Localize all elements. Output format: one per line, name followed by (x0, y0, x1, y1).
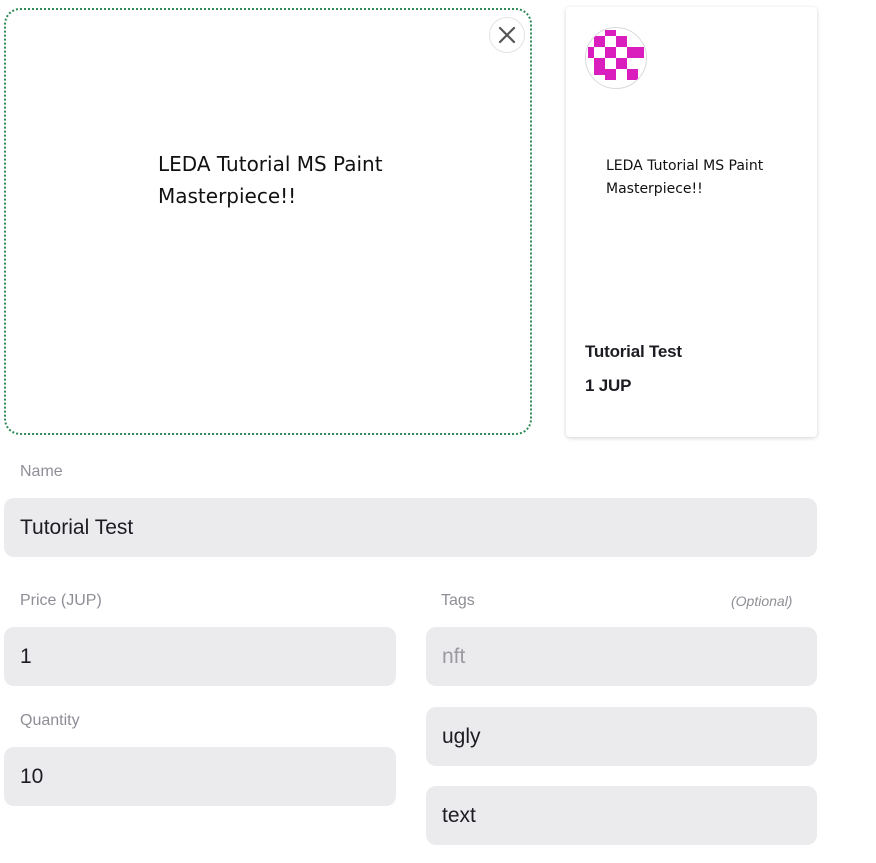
image-upload-dropzone[interactable]: LEDA Tutorial MS Paint Masterpiece!! (4, 8, 532, 435)
name-label: Name (20, 463, 63, 480)
pixel-avatar-icon (585, 27, 647, 89)
card-price: 1 JUP (585, 376, 632, 395)
card-image-text: LEDA Tutorial MS Paint Masterpiece!! (606, 158, 764, 197)
close-icon (498, 26, 516, 44)
price-label: Price (JUP) (20, 592, 102, 609)
price-input[interactable]: 1 (4, 627, 396, 686)
tag-input-2[interactable]: ugly (426, 707, 817, 766)
nft-preview-card: LEDA Tutorial MS Paint Masterpiece!! Tut… (566, 7, 817, 437)
remove-image-button[interactable] (489, 17, 525, 53)
name-input[interactable]: Tutorial Test (4, 498, 817, 557)
tags-label: Tags (441, 592, 475, 609)
uploaded-image-text: LEDA Tutorial MS Paint Masterpiece!! (158, 152, 383, 208)
card-title: Tutorial Test (585, 342, 682, 361)
quantity-input[interactable]: 10 (4, 747, 396, 806)
tag-input-1[interactable]: nft (426, 627, 817, 686)
create-nft-form: LEDA Tutorial MS Paint Masterpiece!! LED… (0, 0, 876, 863)
tags-optional-label: (Optional) (731, 593, 793, 609)
quantity-label: Quantity (20, 712, 80, 729)
tag-input-3[interactable]: text (426, 786, 817, 845)
